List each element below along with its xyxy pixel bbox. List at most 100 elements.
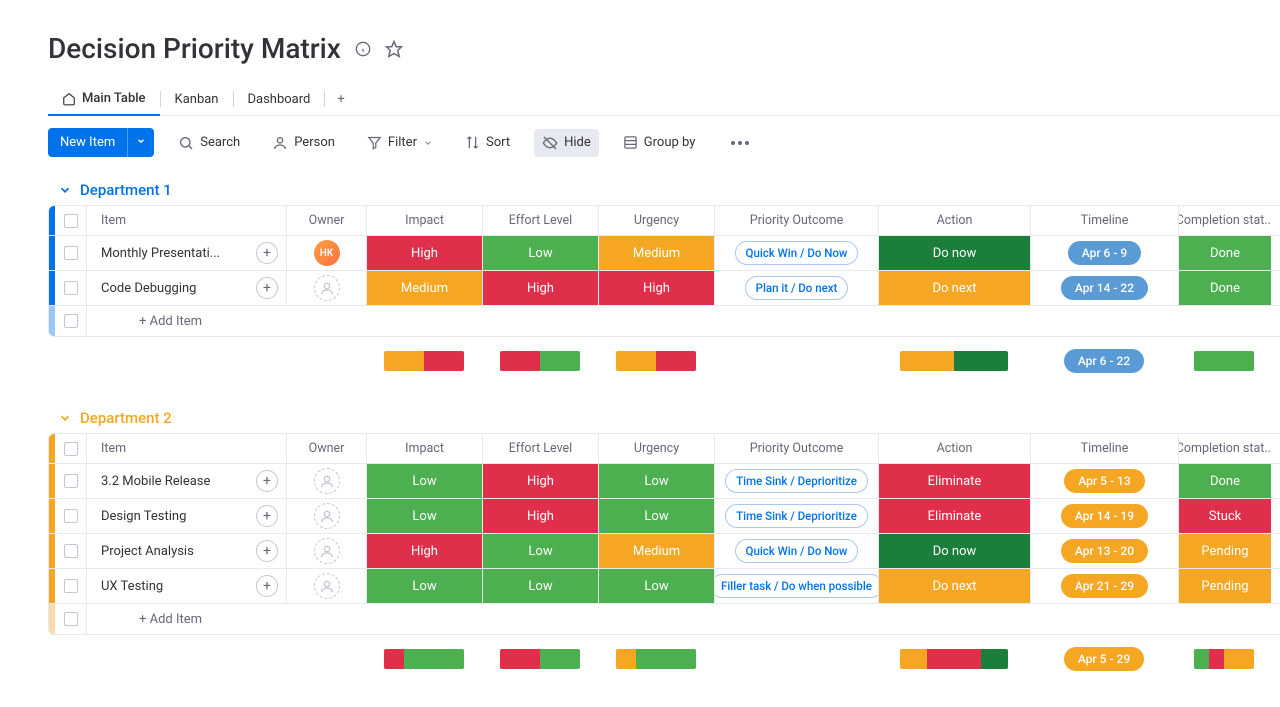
group-header[interactable]: Department 2: [48, 409, 1280, 427]
column-header[interactable]: Owner: [287, 434, 367, 463]
hide-button[interactable]: Hide: [534, 129, 599, 157]
column-header[interactable]: Item: [87, 206, 287, 235]
owner-cell[interactable]: [287, 271, 367, 305]
timeline-pill[interactable]: Apr 5 - 13: [1064, 469, 1144, 493]
status-cell[interactable]: Done: [1179, 464, 1271, 498]
search-button[interactable]: Search: [170, 129, 248, 157]
effort-cell[interactable]: High: [483, 464, 599, 498]
level-cell[interactable]: Low: [599, 499, 714, 533]
item-name-cell[interactable]: Monthly Presentati...+: [87, 236, 287, 270]
level-cell[interactable]: Medium: [599, 236, 714, 270]
effort-cell[interactable]: High: [483, 499, 599, 533]
chevron-down-icon[interactable]: [127, 128, 154, 157]
effort-cell[interactable]: High: [483, 271, 599, 305]
impact-cell[interactable]: Low: [367, 499, 483, 533]
owner-cell[interactable]: [287, 534, 367, 568]
level-cell[interactable]: Low: [367, 464, 482, 498]
info-icon[interactable]: [355, 41, 371, 57]
urgency-cell[interactable]: Medium: [599, 236, 715, 270]
column-header[interactable]: Priority Outcome: [715, 434, 879, 463]
item-name-cell[interactable]: Design Testing+: [87, 499, 287, 533]
level-cell[interactable]: Medium: [599, 534, 714, 568]
action-cell-wrap[interactable]: Eliminate: [879, 464, 1031, 498]
level-cell[interactable]: Low: [599, 569, 714, 603]
expand-item-icon[interactable]: +: [256, 505, 278, 527]
item-name-cell[interactable]: Code Debugging+: [87, 271, 287, 305]
item-name-cell[interactable]: 3.2 Mobile Release+: [87, 464, 287, 498]
outcome-cell[interactable]: Quick Win / Do Now: [715, 534, 879, 568]
expand-item-icon[interactable]: +: [256, 242, 278, 264]
add-tab-button[interactable]: +: [325, 84, 356, 115]
timeline-pill[interactable]: Apr 5 - 29: [1064, 647, 1144, 671]
timeline-pill[interactable]: Apr 13 - 20: [1061, 539, 1148, 563]
column-header[interactable]: Impact: [367, 206, 483, 235]
level-cell[interactable]: Low: [599, 464, 714, 498]
outcome-cell[interactable]: Time Sink / Deprioritize: [715, 464, 879, 498]
status-cell[interactable]: Pending: [1179, 534, 1271, 568]
row-checkbox[interactable]: [55, 306, 87, 336]
action-cell-wrap[interactable]: Do now: [879, 534, 1031, 568]
effort-cell[interactable]: Low: [483, 236, 599, 270]
level-cell[interactable]: High: [483, 499, 598, 533]
timeline-pill[interactable]: Apr 6 - 9: [1068, 241, 1142, 265]
action-cell[interactable]: Eliminate: [879, 464, 1030, 498]
expand-item-icon[interactable]: +: [256, 277, 278, 299]
add-item-row[interactable]: + Add Item: [49, 306, 1280, 336]
impact-cell[interactable]: Low: [367, 569, 483, 603]
outcome-cell[interactable]: Plan it / Do next: [715, 271, 879, 305]
outcome-cell[interactable]: Filler task / Do when possible: [715, 569, 879, 603]
outcome-cell[interactable]: Time Sink / Deprioritize: [715, 499, 879, 533]
row-checkbox[interactable]: [55, 604, 87, 634]
filter-button[interactable]: Filter: [359, 129, 441, 156]
column-header[interactable]: Timeline: [1031, 434, 1179, 463]
column-header[interactable]: Action: [879, 434, 1031, 463]
timeline-cell[interactable]: Apr 14 - 19: [1031, 499, 1179, 533]
urgency-cell[interactable]: Low: [599, 569, 715, 603]
group-header[interactable]: Department 1: [48, 181, 1280, 199]
level-cell[interactable]: Low: [483, 236, 598, 270]
status-cell[interactable]: Stuck: [1179, 499, 1271, 533]
timeline-pill[interactable]: Apr 6 - 22: [1064, 349, 1144, 373]
level-cell[interactable]: Low: [483, 569, 598, 603]
column-header[interactable]: Impact: [367, 434, 483, 463]
item-name-cell[interactable]: Project Analysis+: [87, 534, 287, 568]
add-item-label[interactable]: + Add Item: [87, 306, 1280, 336]
row-checkbox[interactable]: [55, 569, 87, 603]
urgency-cell[interactable]: Low: [599, 499, 715, 533]
checkbox-header[interactable]: [55, 206, 87, 235]
column-header[interactable]: Completion stat...: [1179, 206, 1271, 235]
table-row[interactable]: 3.2 Mobile Release+ Low High Low Time Si…: [49, 464, 1280, 499]
status-cell-wrap[interactable]: Stuck: [1179, 499, 1271, 533]
owner-cell[interactable]: [287, 499, 367, 533]
row-checkbox[interactable]: [55, 534, 87, 568]
impact-cell[interactable]: Medium: [367, 271, 483, 305]
action-cell-wrap[interactable]: Eliminate: [879, 499, 1031, 533]
owner-cell[interactable]: [287, 569, 367, 603]
row-checkbox[interactable]: [55, 236, 87, 270]
expand-item-icon[interactable]: +: [256, 540, 278, 562]
outcome-cell[interactable]: Quick Win / Do Now: [715, 236, 879, 270]
column-header[interactable]: Item: [87, 434, 287, 463]
status-cell[interactable]: Done: [1179, 236, 1271, 270]
expand-item-icon[interactable]: +: [256, 575, 278, 597]
level-cell[interactable]: High: [367, 236, 482, 270]
new-item-button[interactable]: New Item: [48, 128, 154, 157]
status-cell-wrap[interactable]: Pending: [1179, 569, 1271, 603]
effort-cell[interactable]: Low: [483, 569, 599, 603]
urgency-cell[interactable]: Low: [599, 464, 715, 498]
expand-item-icon[interactable]: +: [256, 470, 278, 492]
add-item-label[interactable]: + Add Item: [87, 604, 1280, 634]
status-cell[interactable]: Pending: [1179, 569, 1271, 603]
column-header[interactable]: Urgency: [599, 434, 715, 463]
column-header[interactable]: Priority Outcome: [715, 206, 879, 235]
tab-kanban[interactable]: Kanban: [161, 84, 233, 115]
action-cell[interactable]: Do next: [879, 569, 1030, 603]
table-row[interactable]: Project Analysis+ High Low Medium Quick …: [49, 534, 1280, 569]
owner-avatar-empty[interactable]: [314, 275, 340, 301]
level-cell[interactable]: Medium: [367, 271, 482, 305]
action-cell[interactable]: Do now: [879, 534, 1030, 568]
row-checkbox[interactable]: [55, 499, 87, 533]
level-cell[interactable]: Low: [367, 569, 482, 603]
timeline-cell[interactable]: Apr 6 - 9: [1031, 236, 1179, 270]
level-cell[interactable]: High: [483, 464, 598, 498]
